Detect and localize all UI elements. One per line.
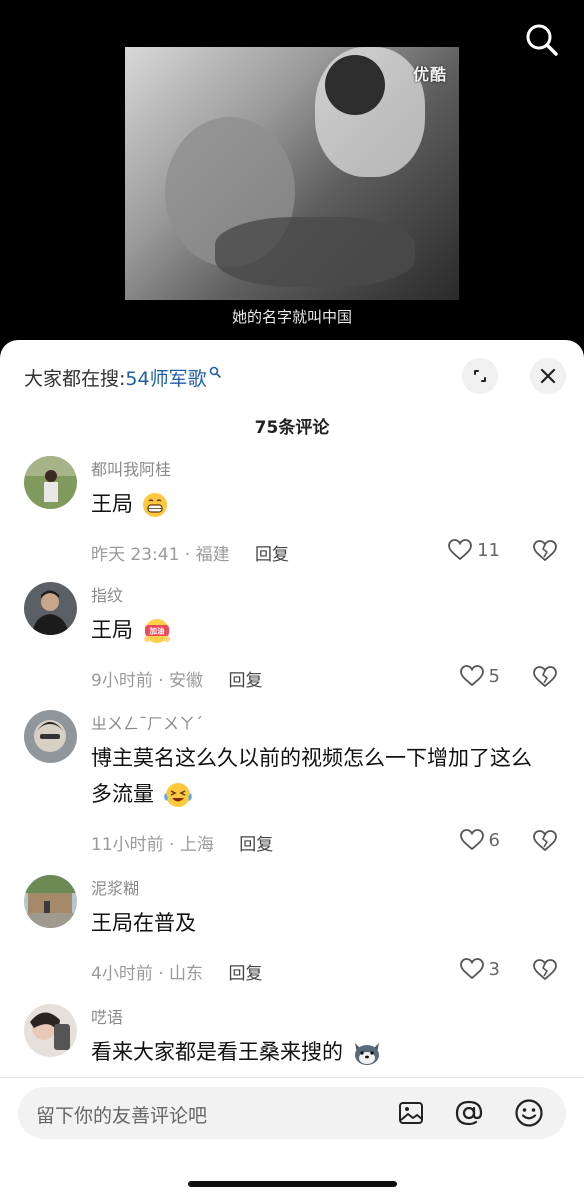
- comment-text: 看来大家都是看王桑来搜的: [91, 1034, 551, 1070]
- like-count: 11: [477, 539, 500, 561]
- broken-heart-icon: [533, 666, 557, 688]
- heart-outline-icon: [459, 665, 484, 687]
- at-sign-icon: [455, 1100, 483, 1126]
- search-button[interactable]: [522, 20, 562, 60]
- comment-meta: 9小时前 · 安徽 回复: [91, 671, 263, 691]
- avatar[interactable]: [24, 710, 77, 763]
- avatar[interactable]: [24, 875, 77, 928]
- like-count: 3: [488, 958, 500, 980]
- comment-input-placeholder: 留下你的友善评论吧: [36, 1105, 208, 1127]
- video-scene-shape: [325, 55, 385, 115]
- comment-username[interactable]: 都叫我阿桂: [91, 456, 171, 480]
- image-button[interactable]: [396, 1098, 426, 1128]
- heart-outline-icon: [459, 958, 484, 980]
- avatar-image: [24, 710, 77, 763]
- reply-button[interactable]: 回复: [239, 835, 273, 855]
- like-button[interactable]: 5: [459, 664, 500, 688]
- like-count: 5: [488, 665, 500, 687]
- avatar[interactable]: [24, 1004, 77, 1057]
- comment-time: 11小时前: [91, 835, 164, 855]
- comment-username[interactable]: 呓语: [91, 1004, 123, 1028]
- hot-search-link[interactable]: 大家都在搜:54师军歌: [24, 364, 221, 391]
- heart-outline-icon: [459, 829, 484, 851]
- close-button[interactable]: [530, 358, 566, 394]
- broken-heart-icon: [533, 959, 557, 981]
- comment-meta: 4小时前 · 山东 回复: [91, 964, 263, 984]
- jiayou-sticker-text: 加油: [148, 626, 164, 636]
- hot-search-prefix: 大家都在搜:: [24, 368, 126, 390]
- comment-count: 75条评论: [254, 418, 330, 438]
- expand-icon: [474, 370, 486, 382]
- laughing-tears-emoji-icon: [164, 783, 192, 807]
- like-button[interactable]: 6: [459, 828, 500, 852]
- like-button[interactable]: 3: [459, 957, 500, 981]
- comment-text: 博主莫名这么久以前的视频怎么一下增加了这么多流量: [91, 740, 551, 812]
- comment-text: 王局: [91, 486, 551, 522]
- comment-username[interactable]: 指纹: [91, 582, 123, 606]
- video-subtitle: 她的名字就叫中国: [231, 308, 352, 326]
- comment-username[interactable]: ㄓㄨㄥˉㄏㄨㄚˊ: [91, 710, 203, 734]
- avatar-image: [24, 875, 77, 928]
- dislike-button[interactable]: [532, 958, 558, 986]
- comment-time: 4小时前: [91, 964, 153, 984]
- video-player[interactable]: 优酷 她的名字就叫中国: [0, 0, 584, 345]
- comment-text: 王局 加油: [91, 612, 551, 648]
- emoji-button[interactable]: [514, 1098, 544, 1128]
- broken-heart-icon: [533, 830, 557, 852]
- input-divider: [0, 1077, 584, 1078]
- comment-time: 昨天 23:41: [91, 545, 180, 565]
- close-icon: [540, 368, 556, 384]
- sheet-header: 大家都在搜:54师军歌: [0, 340, 584, 410]
- like-button[interactable]: 11: [447, 538, 500, 562]
- hot-search-term: 54师军歌: [125, 368, 207, 390]
- avatar-image: [24, 1004, 77, 1057]
- avatar[interactable]: [24, 582, 77, 635]
- reply-button[interactable]: 回复: [255, 545, 289, 565]
- reply-button[interactable]: 回复: [228, 671, 262, 691]
- comment-input[interactable]: 留下你的友善评论吧: [18, 1087, 566, 1139]
- broken-heart-icon: [533, 540, 557, 562]
- image-icon: [399, 1102, 423, 1124]
- comment-location: 上海: [179, 835, 214, 855]
- comment-sheet: 大家都在搜:54师军歌 75条评论 都叫我阿桂 王局 昨天 23:41 · 福建…: [0, 340, 584, 1200]
- search-icon: [526, 24, 558, 56]
- comment-meta: 昨天 23:41 · 福建 回复: [91, 545, 290, 565]
- grinning-face-emoji-icon: [142, 493, 167, 517]
- expand-button[interactable]: [462, 358, 498, 394]
- jiayou-sticker-icon: 加油: [143, 619, 170, 643]
- dislike-button[interactable]: [532, 665, 558, 693]
- smiley-face-icon: [515, 1099, 543, 1127]
- comment-text: 王局在普及: [91, 905, 551, 941]
- video-scene-shape: [215, 217, 415, 287]
- avatar-image: [24, 456, 77, 509]
- comment-location: 福建: [195, 545, 230, 565]
- dislike-button[interactable]: [532, 539, 558, 567]
- husky-dog-emoji-icon: [354, 1043, 379, 1065]
- comment-text-body: 看来大家都是看王桑来搜的: [91, 1040, 343, 1064]
- avatar[interactable]: [24, 456, 77, 509]
- comment-text-body: 博主莫名这么久以前的视频怎么一下增加了这么多流量: [91, 746, 532, 806]
- dislike-button[interactable]: [532, 829, 558, 857]
- mention-button[interactable]: [454, 1098, 484, 1128]
- comment-username[interactable]: 泥浆糊: [91, 875, 139, 899]
- avatar-image: [24, 582, 77, 635]
- comment-text-body: 王局: [91, 492, 133, 516]
- home-indicator[interactable]: [188, 1181, 397, 1187]
- like-count: 6: [488, 829, 500, 851]
- heart-outline-icon: [448, 539, 472, 561]
- comment-text-body: 王局: [91, 618, 133, 642]
- comment-location: 安徽: [169, 671, 204, 691]
- comment-meta: 11小时前 · 上海 回复: [91, 835, 274, 855]
- search-icon: [209, 366, 221, 378]
- video-frame[interactable]: 优酷: [125, 47, 459, 300]
- comment-text-body: 王局在普及: [91, 911, 196, 935]
- video-watermark: 优酷: [412, 65, 447, 84]
- reply-button[interactable]: 回复: [228, 964, 262, 984]
- comment-time: 9小时前: [91, 671, 153, 691]
- comment-location: 山东: [169, 964, 204, 984]
